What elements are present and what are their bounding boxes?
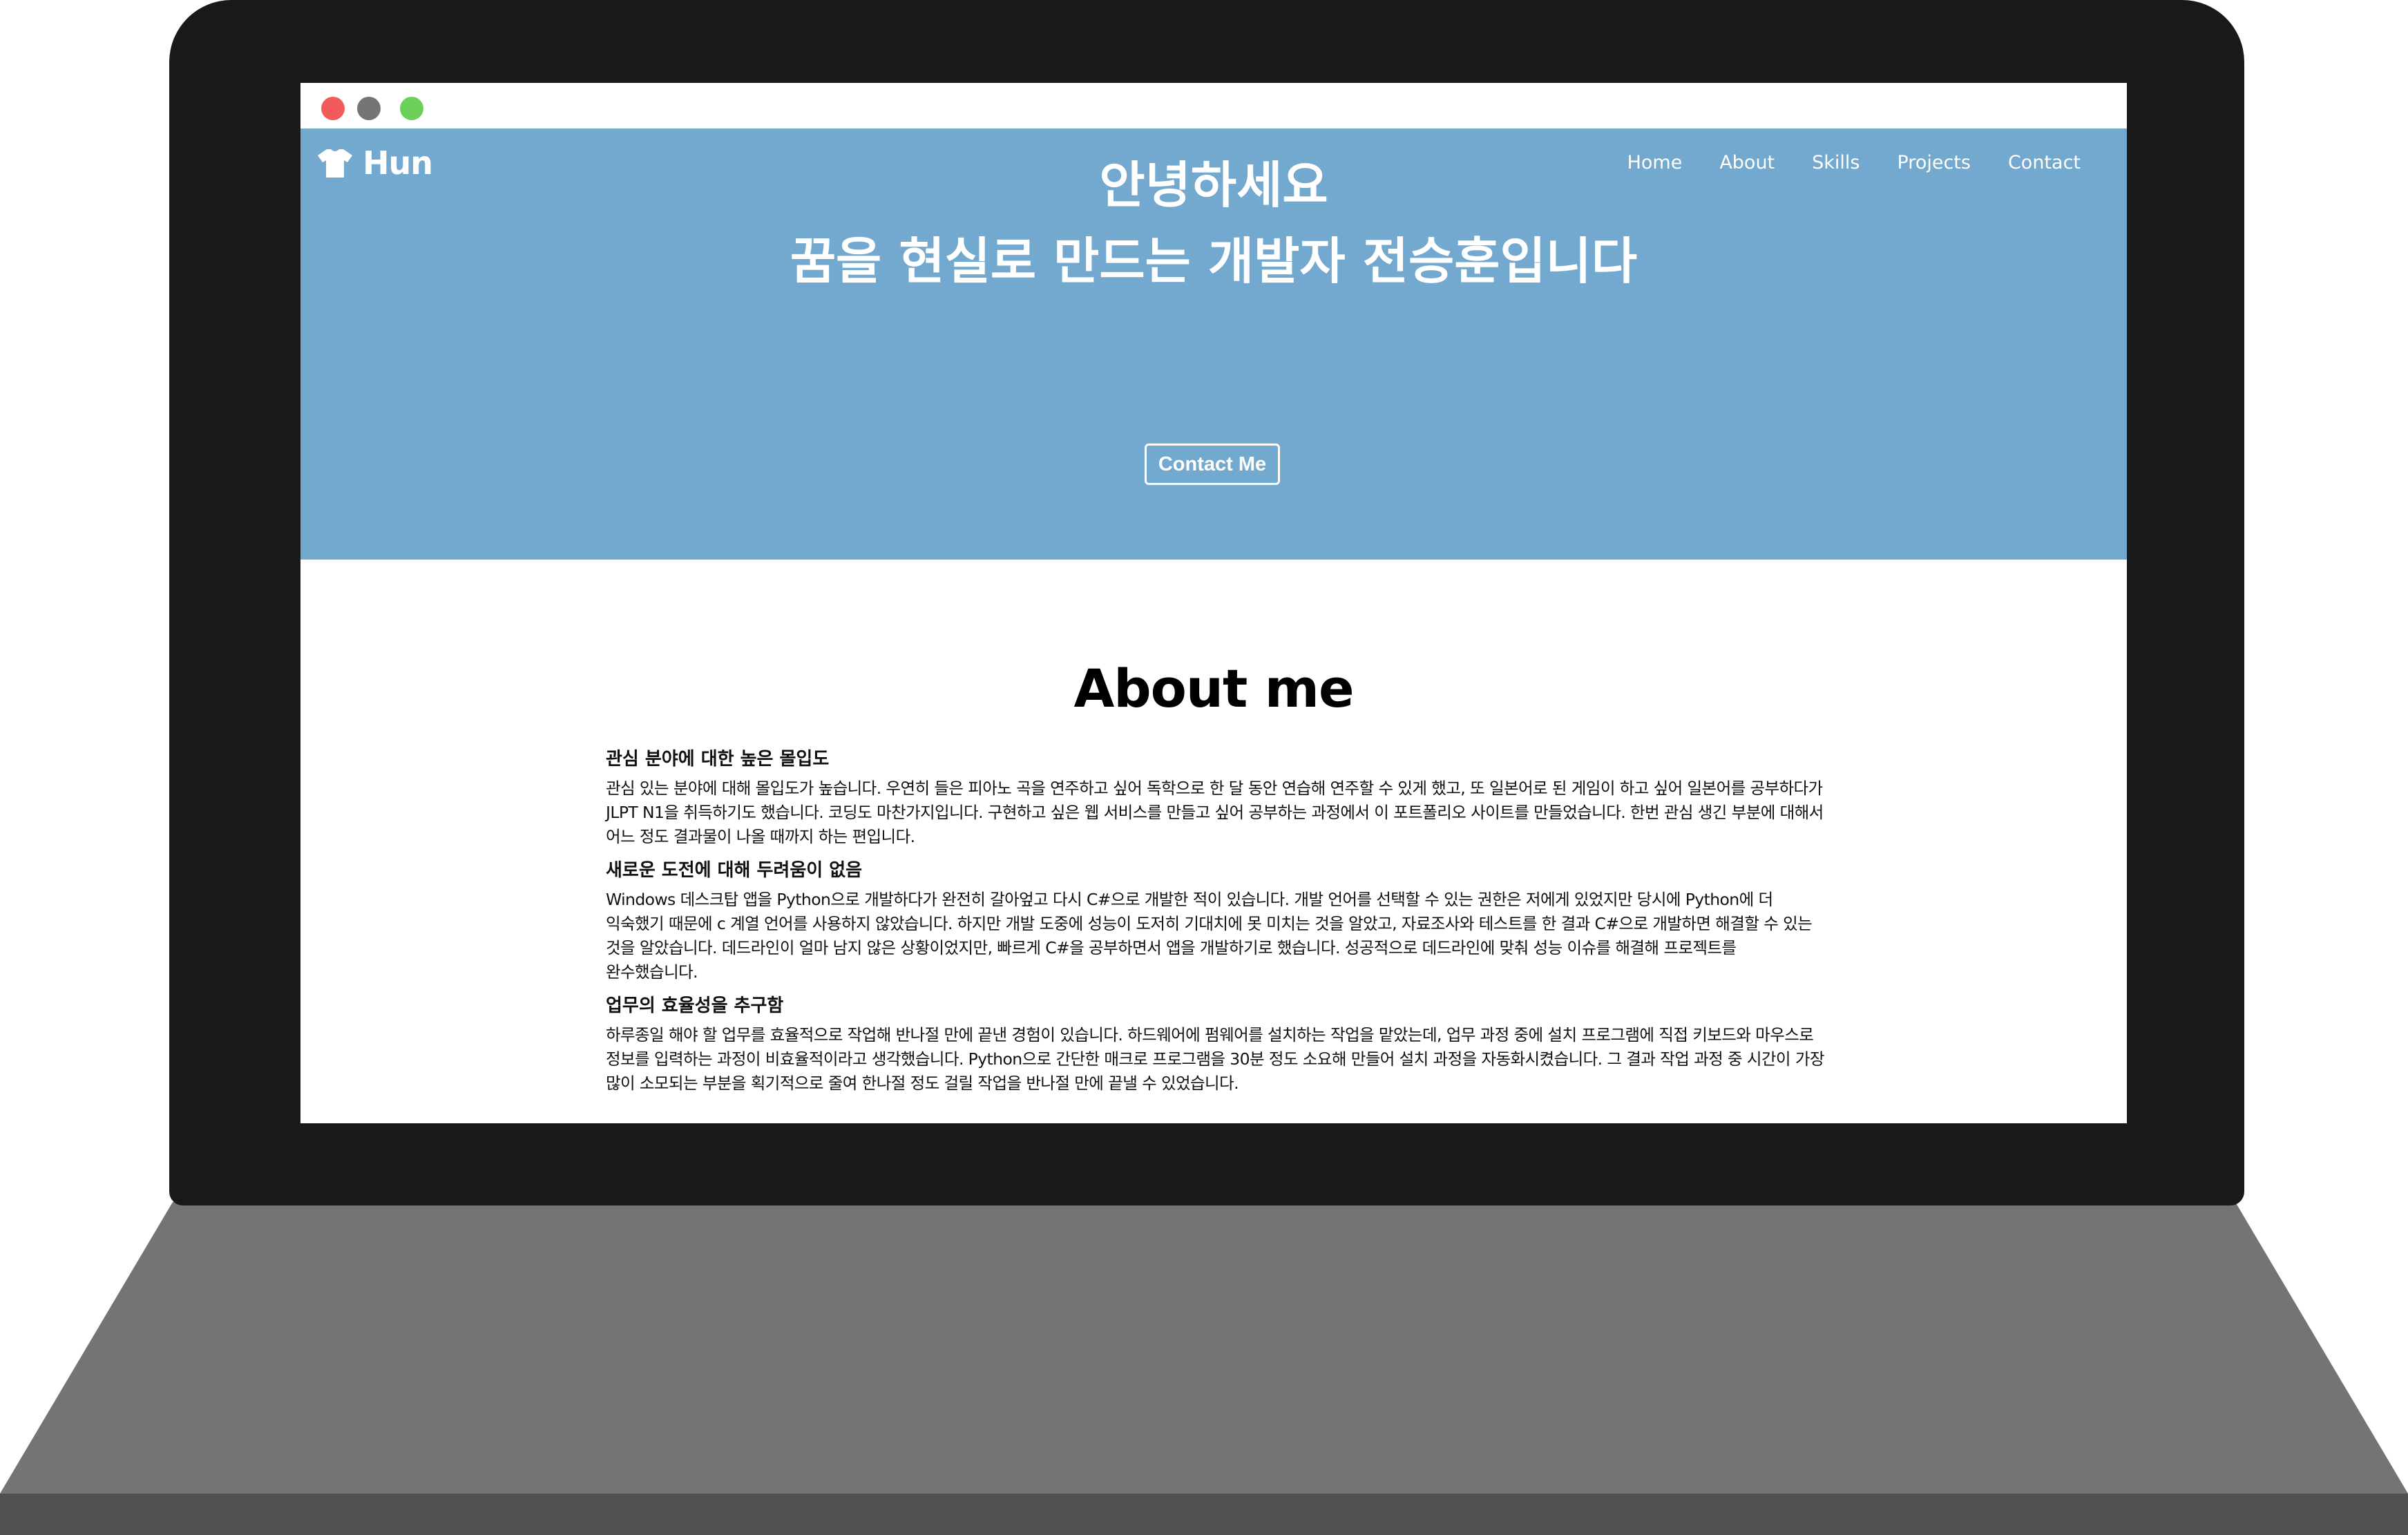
contact-me-button[interactable]: Contact Me	[1145, 444, 1280, 485]
about-text-challenge: Windows 데스크탑 앱을 Python으로 개발하다가 완전히 갈아엎고 …	[606, 890, 1813, 982]
about-heading-challenge: 새로운 도전에 대해 두려움이 없음	[606, 860, 863, 881]
about-section: About me 관심 분야에 대한 높은 몰입도 관심 있는 분야에 대해 몰…	[300, 560, 2127, 1123]
hero-section: Hun Home About Skills Projects Contact 안…	[300, 128, 2127, 560]
maximize-window-button[interactable]	[400, 97, 423, 120]
browser-window: Hun Home About Skills Projects Contact 안…	[300, 83, 2127, 1123]
window-titlebar	[300, 83, 2127, 128]
about-heading-focus: 관심 분야에 대한 높은 몰입도	[606, 749, 830, 770]
hero-headline: 꿈을 현실로 만드는 개발자 전승훈입니다	[790, 232, 1638, 290]
about-text-efficiency: 하루종일 해야 할 업무를 효율적으로 작업해 반나절 만에 끝낸 경험이 있습…	[606, 1025, 1824, 1093]
close-window-button[interactable]	[321, 97, 345, 120]
hero-greeting: 안녕하세요	[1099, 156, 1328, 214]
about-title: About me	[1073, 658, 1354, 719]
about-content: 관심 분야에 대한 높은 몰입도 관심 있는 분야에 대해 몰입도가 높습니다.…	[606, 747, 1828, 1105]
laptop-mockup: Hun Home About Skills Projects Contact 안…	[0, 0, 2408, 1535]
laptop-base	[0, 1202, 2408, 1535]
about-heading-efficiency: 업무의 효율성을 추구함	[606, 995, 784, 1016]
about-text-focus: 관심 있는 분야에 대해 몰입도가 높습니다. 우연히 들은 피아노 곡을 연주…	[606, 779, 1824, 846]
minimize-window-button[interactable]	[357, 97, 381, 120]
